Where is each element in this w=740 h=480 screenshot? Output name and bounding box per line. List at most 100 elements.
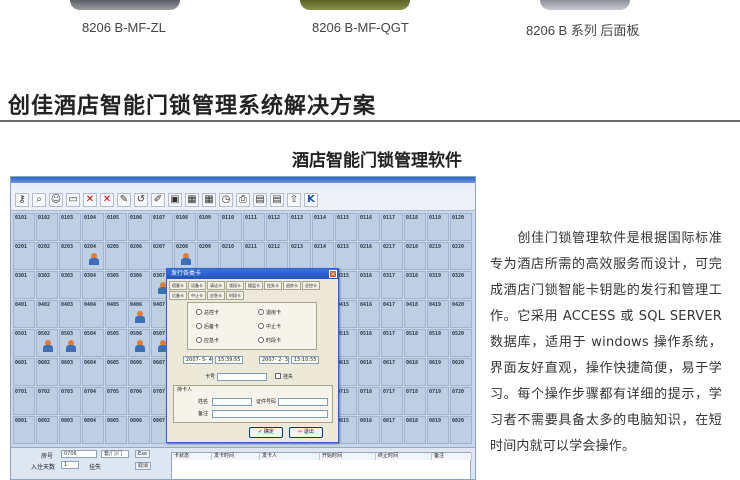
room-0109[interactable]: 0109 bbox=[197, 213, 219, 241]
dialog-tab[interactable]: 设备卡 bbox=[188, 281, 206, 290]
room-0503[interactable]: 0503 bbox=[59, 329, 81, 357]
room-0803[interactable]: 0803 bbox=[59, 416, 81, 444]
room-0601[interactable]: 0601 bbox=[13, 358, 35, 386]
x-icon[interactable]: ✕ bbox=[100, 192, 114, 207]
room-0403[interactable]: 0403 bbox=[59, 300, 81, 328]
room-0517[interactable]: 0517 bbox=[381, 329, 403, 357]
room-0605[interactable]: 0605 bbox=[105, 358, 127, 386]
start-date-field[interactable]: 2007- 5- 4 bbox=[183, 356, 213, 364]
room-0802[interactable]: 0802 bbox=[36, 416, 58, 444]
room-0404[interactable]: 0404 bbox=[82, 300, 104, 328]
dialog-tab[interactable]: 退房卡 bbox=[283, 281, 301, 290]
room-0501[interactable]: 0501 bbox=[13, 329, 35, 357]
room-0212[interactable]: 0212 bbox=[266, 242, 288, 270]
room-0806[interactable]: 0806 bbox=[128, 416, 150, 444]
room-0619[interactable]: 0619 bbox=[427, 358, 449, 386]
room-0416[interactable]: 0416 bbox=[358, 300, 380, 328]
lost-checkbox[interactable]: 挂失 bbox=[89, 462, 101, 471]
room-0219[interactable]: 0219 bbox=[427, 242, 449, 270]
room-0204[interactable]: 0204 bbox=[82, 242, 104, 270]
room-0306[interactable]: 0306 bbox=[128, 271, 150, 299]
room-0305[interactable]: 0305 bbox=[105, 271, 127, 299]
grid-icon[interactable]: ▦ bbox=[185, 192, 199, 207]
card-icon[interactable]: ▭ bbox=[66, 192, 80, 207]
close-icon[interactable]: × bbox=[329, 270, 337, 278]
table-column-header[interactable]: 备注 bbox=[432, 453, 472, 460]
clock-icon[interactable]: ◷ bbox=[219, 192, 233, 207]
room-0210[interactable]: 0210 bbox=[220, 242, 242, 270]
room-0506[interactable]: 0506 bbox=[128, 329, 150, 357]
dialog-tab[interactable]: 挂失卡 bbox=[264, 281, 282, 290]
room-0617[interactable]: 0617 bbox=[381, 358, 403, 386]
room-0107[interactable]: 0107 bbox=[151, 213, 173, 241]
room-0805[interactable]: 0805 bbox=[105, 416, 127, 444]
k-icon[interactable]: K bbox=[304, 192, 318, 207]
room-0119[interactable]: 0119 bbox=[427, 213, 449, 241]
room-0217[interactable]: 0217 bbox=[381, 242, 403, 270]
room-0118[interactable]: 0118 bbox=[404, 213, 426, 241]
days-field[interactable]: 1 bbox=[61, 461, 79, 469]
room-0418[interactable]: 0418 bbox=[404, 300, 426, 328]
radio-option[interactable]: 中止卡 bbox=[258, 323, 281, 330]
radio-option[interactable]: 后备卡 bbox=[196, 323, 219, 330]
room-0816[interactable]: 0816 bbox=[358, 416, 380, 444]
cancel-button[interactable]: 取消 bbox=[135, 462, 152, 470]
doc-icon[interactable]: ▤ bbox=[270, 192, 284, 207]
room-0701[interactable]: 0701 bbox=[13, 387, 35, 415]
room-0301[interactable]: 0301 bbox=[13, 271, 35, 299]
room-0202[interactable]: 0202 bbox=[36, 242, 58, 270]
room-0317[interactable]: 0317 bbox=[381, 271, 403, 299]
room-0716[interactable]: 0716 bbox=[358, 387, 380, 415]
room-field[interactable]: 0706 bbox=[61, 450, 97, 458]
room-0105[interactable]: 0105 bbox=[105, 213, 127, 241]
room-0106[interactable]: 0106 bbox=[128, 213, 150, 241]
room-0820[interactable]: 0820 bbox=[450, 416, 472, 444]
room-0207[interactable]: 0207 bbox=[151, 242, 173, 270]
room-0618[interactable]: 0618 bbox=[404, 358, 426, 386]
table-column-header[interactable]: 开始时间 bbox=[320, 453, 376, 460]
room-0705[interactable]: 0705 bbox=[105, 387, 127, 415]
room-0606[interactable]: 0606 bbox=[128, 358, 150, 386]
room-0505[interactable]: 0505 bbox=[105, 329, 127, 357]
table-column-header[interactable]: 卡状态 bbox=[172, 453, 212, 460]
end-time-field[interactable]: 15:10:55 bbox=[291, 356, 319, 364]
room-0406[interactable]: 0406 bbox=[128, 300, 150, 328]
monitor-icon[interactable]: ▣ bbox=[168, 192, 182, 207]
room-0801[interactable]: 0801 bbox=[13, 416, 35, 444]
room-0304[interactable]: 0304 bbox=[82, 271, 104, 299]
exe-button[interactable]: Exe bbox=[135, 450, 151, 458]
room-0402[interactable]: 0402 bbox=[36, 300, 58, 328]
dialog-tab[interactable]: 领班卡 bbox=[226, 281, 244, 290]
search-icon[interactable]: ⌕ bbox=[32, 192, 46, 207]
room-0604[interactable]: 0604 bbox=[82, 358, 104, 386]
remark-field[interactable] bbox=[212, 410, 328, 418]
dialog-tab[interactable]: 楼层卡 bbox=[245, 281, 263, 290]
room-0602[interactable]: 0602 bbox=[36, 358, 58, 386]
room-0519[interactable]: 0519 bbox=[427, 329, 449, 357]
room-0320[interactable]: 0320 bbox=[450, 271, 472, 299]
room-0718[interactable]: 0718 bbox=[404, 387, 426, 415]
room-0520[interactable]: 0520 bbox=[450, 329, 472, 357]
room-0818[interactable]: 0818 bbox=[404, 416, 426, 444]
room-0203[interactable]: 0203 bbox=[59, 242, 81, 270]
room-0116[interactable]: 0116 bbox=[358, 213, 380, 241]
room-0302[interactable]: 0302 bbox=[36, 271, 58, 299]
room-0108[interactable]: 0108 bbox=[174, 213, 196, 241]
ok-button[interactable]: ✔ 确定 bbox=[249, 427, 283, 438]
room-0420[interactable]: 0420 bbox=[450, 300, 472, 328]
exit-button[interactable]: ⇦ 退出 bbox=[289, 427, 323, 438]
radio-option[interactable]: 时段卡 bbox=[258, 337, 281, 344]
room-0102[interactable]: 0102 bbox=[36, 213, 58, 241]
room-0319[interactable]: 0319 bbox=[427, 271, 449, 299]
dialog-tab[interactable]: 总控卡 bbox=[302, 281, 320, 290]
printer-icon[interactable]: ⎙ bbox=[236, 192, 250, 207]
pen-icon[interactable]: ✎ bbox=[117, 192, 131, 207]
x-icon[interactable]: ✕ bbox=[83, 192, 97, 207]
end-date-field[interactable]: 2007- 2- 3 bbox=[259, 356, 289, 364]
room-0113[interactable]: 0113 bbox=[289, 213, 311, 241]
room-0206[interactable]: 0206 bbox=[128, 242, 150, 270]
card-number-field[interactable] bbox=[217, 373, 267, 381]
dialog-tab[interactable]: 后备卡 bbox=[169, 291, 187, 300]
radio-option[interactable]: 退房卡 bbox=[258, 309, 281, 316]
room-0819[interactable]: 0819 bbox=[427, 416, 449, 444]
